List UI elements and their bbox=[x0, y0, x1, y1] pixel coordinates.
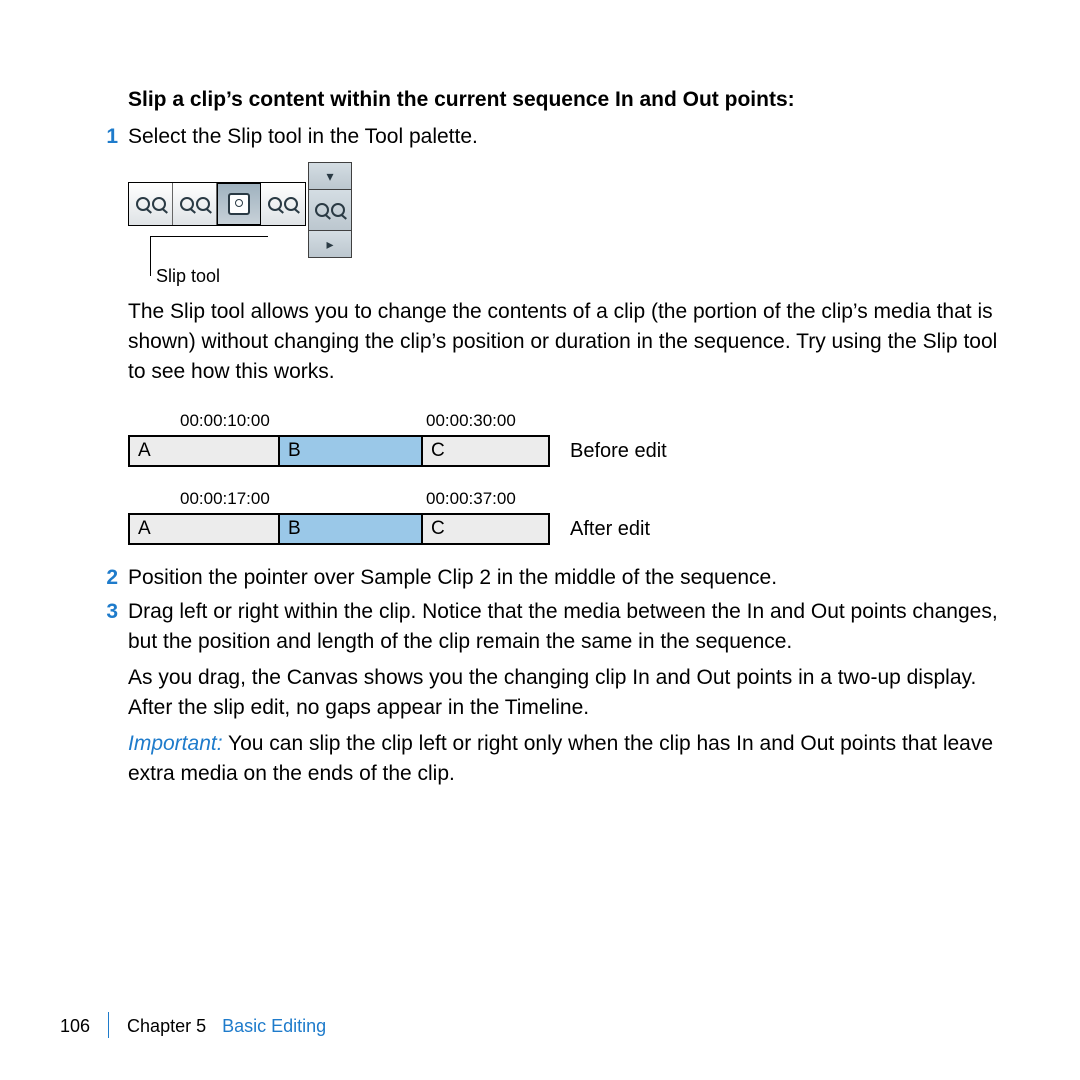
page-footer: 106 Chapter 5 Basic Editing bbox=[60, 1014, 326, 1038]
segment-c: C bbox=[423, 437, 548, 465]
tool-callout: Slip tool bbox=[150, 238, 1012, 287]
time-remap-tool-icon bbox=[217, 183, 261, 225]
step-text: Drag left or right within the clip. Noti… bbox=[128, 597, 1012, 657]
tool-row bbox=[128, 182, 306, 226]
timeline-before: 00:00:10:00 00:00:30:00 A B C Before edi… bbox=[128, 411, 1012, 467]
drag-result-paragraph: As you drag, the Canvas shows you the ch… bbox=[128, 663, 1012, 723]
footer-separator bbox=[108, 1012, 109, 1038]
clip-bar-after: A B C bbox=[128, 513, 550, 545]
step-number: 1 bbox=[96, 122, 118, 152]
segment-c: C bbox=[423, 515, 548, 543]
timeline-after: 00:00:17:00 00:00:37:00 A B C After edit bbox=[128, 489, 1012, 545]
step-3: 3 Drag left or right within the clip. No… bbox=[128, 597, 1012, 657]
tool-palette-figure: ▾ ▸ bbox=[128, 174, 338, 232]
timecode-row-before: 00:00:10:00 00:00:30:00 bbox=[128, 411, 1012, 433]
segment-a: A bbox=[130, 515, 280, 543]
timeline-diagram: 00:00:10:00 00:00:30:00 A B C Before edi… bbox=[128, 411, 1012, 545]
clip-bar-before: A B C bbox=[128, 435, 550, 467]
chapter-label: Chapter 5 bbox=[127, 1016, 206, 1037]
page: Slip a clip’s content within the current… bbox=[0, 0, 1080, 1080]
page-number: 106 bbox=[60, 1016, 90, 1037]
after-edit-label: After edit bbox=[570, 518, 650, 541]
slip-tool-icon bbox=[129, 183, 173, 225]
step-text: Position the pointer over Sample Clip 2 … bbox=[128, 563, 1012, 593]
roll-tool-icon bbox=[173, 183, 217, 225]
tc-after-out: 00:00:37:00 bbox=[426, 489, 516, 509]
slide-tool-icon bbox=[261, 183, 305, 225]
segment-a: A bbox=[130, 437, 280, 465]
segment-b: B bbox=[280, 437, 423, 465]
segment-b: B bbox=[280, 515, 423, 543]
tc-after-in: 00:00:17:00 bbox=[180, 489, 270, 509]
important-text: You can slip the clip left or right only… bbox=[128, 732, 993, 785]
step-number: 3 bbox=[96, 597, 118, 627]
tc-before-out: 00:00:30:00 bbox=[426, 411, 516, 431]
timecode-row-after: 00:00:17:00 00:00:37:00 bbox=[128, 489, 1012, 511]
section-heading: Slip a clip’s content within the current… bbox=[128, 88, 1012, 112]
chapter-title: Basic Editing bbox=[222, 1016, 326, 1037]
step-2: 2 Position the pointer over Sample Clip … bbox=[128, 563, 1012, 593]
step-text: Select the Slip tool in the Tool palette… bbox=[128, 122, 1012, 152]
before-edit-label: Before edit bbox=[570, 440, 667, 463]
flyout-cell-up-icon: ▾ bbox=[308, 162, 352, 190]
slip-tool-description: The Slip tool allows you to change the c… bbox=[128, 297, 1012, 387]
important-label: Important: bbox=[128, 732, 223, 755]
step-1: 1 Select the Slip tool in the Tool palet… bbox=[128, 122, 1012, 152]
tc-before-in: 00:00:10:00 bbox=[180, 411, 270, 431]
callout-line bbox=[150, 236, 151, 276]
flyout-cell-mid-icon bbox=[308, 189, 352, 231]
step-number: 2 bbox=[96, 563, 118, 593]
important-note: Important: You can slip the clip left or… bbox=[128, 729, 1012, 789]
callout-text: Slip tool bbox=[150, 238, 1012, 287]
